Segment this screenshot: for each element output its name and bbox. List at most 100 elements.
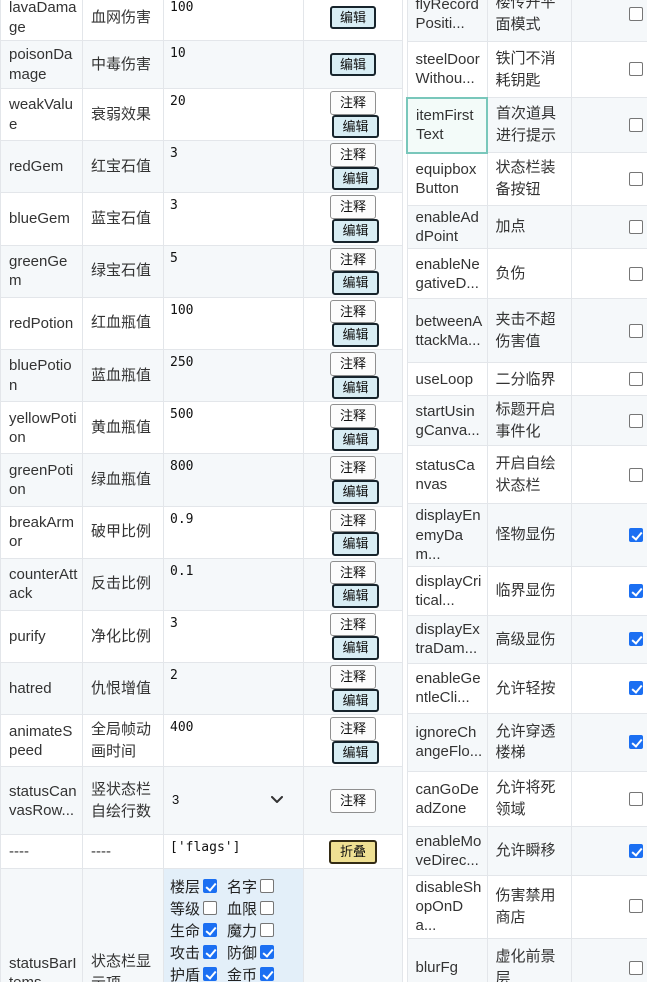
- flag-checkbox[interactable]: [629, 468, 643, 482]
- note-button[interactable]: 注释: [330, 143, 376, 167]
- edit-button[interactable]: 编辑: [332, 741, 378, 765]
- flag-checkbox[interactable]: [629, 735, 643, 749]
- status-bar-item-checkbox[interactable]: [260, 879, 274, 893]
- note-button[interactable]: 注释: [330, 248, 376, 272]
- key-cell[interactable]: betweenAttackMa...: [407, 299, 487, 363]
- edit-button[interactable]: 编辑: [330, 6, 376, 30]
- status-bar-item-checkbox[interactable]: [260, 967, 274, 981]
- edit-button[interactable]: 编辑: [332, 219, 378, 243]
- edit-button[interactable]: 编辑: [330, 53, 376, 77]
- flag-checkbox[interactable]: [629, 62, 643, 76]
- note-button[interactable]: 注释: [330, 789, 376, 813]
- status-bar-item-checkbox[interactable]: [203, 923, 217, 937]
- key-cell[interactable]: ignoreChangeFlo...: [407, 713, 487, 771]
- edit-button[interactable]: 编辑: [332, 115, 378, 139]
- value-cell: 100: [164, 297, 304, 349]
- note-button[interactable]: 注释: [330, 665, 376, 689]
- key-cell[interactable]: enableNegativeD...: [407, 249, 487, 299]
- flag-checkbox[interactable]: [629, 267, 643, 281]
- key-cell[interactable]: statusBarItems: [1, 869, 83, 982]
- flag-checkbox[interactable]: [629, 584, 643, 598]
- status-bar-item-checkbox[interactable]: [203, 901, 217, 915]
- key-cell[interactable]: bluePotion: [1, 349, 83, 401]
- note-button[interactable]: 注释: [330, 561, 376, 585]
- key-cell[interactable]: purify: [1, 610, 83, 662]
- flag-checkbox[interactable]: [629, 172, 643, 186]
- note-button[interactable]: 注释: [330, 352, 376, 376]
- key-cell[interactable]: weakValue: [1, 89, 83, 141]
- key-cell[interactable]: blueGem: [1, 193, 83, 245]
- buttons-cell: 折叠: [304, 835, 403, 869]
- key-cell[interactable]: redGem: [1, 141, 83, 193]
- status-bar-item-checkbox[interactable]: [260, 945, 274, 959]
- note-button[interactable]: 注释: [330, 509, 376, 533]
- status-canvas-row-select[interactable]: 3: [170, 792, 297, 807]
- note-button[interactable]: 注释: [330, 91, 376, 115]
- key-cell[interactable]: displayCritical...: [407, 566, 487, 615]
- key-cell[interactable]: enableAddPoint: [407, 206, 487, 249]
- note-button[interactable]: 注释: [330, 300, 376, 324]
- key-cell[interactable]: greenPotion: [1, 454, 83, 506]
- desc-cell: 开启自绘状态栏: [487, 446, 571, 504]
- key-cell[interactable]: lavaDamage: [1, 0, 83, 41]
- key-cell[interactable]: equipboxButton: [407, 153, 487, 206]
- key-cell[interactable]: canGoDeadZone: [407, 771, 487, 826]
- flag-checkbox[interactable]: [629, 118, 643, 132]
- flag-checkbox[interactable]: [629, 844, 643, 858]
- key-cell[interactable]: flyRecordPositi...: [407, 0, 487, 42]
- key-cell[interactable]: statusCanvasRow...: [1, 767, 83, 835]
- key-cell[interactable]: enableMoveDirec...: [407, 826, 487, 875]
- flag-checkbox[interactable]: [629, 792, 643, 806]
- key-cell[interactable]: startUsingCanva...: [407, 396, 487, 446]
- key-cell[interactable]: ----: [1, 835, 83, 869]
- flag-checkbox[interactable]: [629, 372, 643, 386]
- key-cell[interactable]: displayEnemyDam...: [407, 504, 487, 567]
- flag-checkbox[interactable]: [629, 7, 643, 21]
- status-bar-item-checkbox[interactable]: [203, 967, 217, 981]
- key-cell[interactable]: blurFg: [407, 938, 487, 982]
- note-button[interactable]: 注释: [330, 195, 376, 219]
- flag-checkbox[interactable]: [629, 681, 643, 695]
- note-button[interactable]: 注释: [330, 717, 376, 741]
- key-cell[interactable]: hatred: [1, 663, 83, 715]
- flag-checkbox[interactable]: [629, 632, 643, 646]
- edit-button[interactable]: 编辑: [332, 636, 378, 660]
- status-bar-item-checkbox[interactable]: [203, 945, 217, 959]
- edit-button[interactable]: 编辑: [332, 428, 378, 452]
- status-bar-item-checkbox[interactable]: [203, 879, 217, 893]
- flag-checkbox[interactable]: [629, 324, 643, 338]
- edit-button[interactable]: 编辑: [332, 532, 378, 556]
- key-cell[interactable]: redPotion: [1, 297, 83, 349]
- note-button[interactable]: 注释: [330, 456, 376, 480]
- key-cell[interactable]: displayExtraDam...: [407, 615, 487, 663]
- key-cell[interactable]: itemFirstText: [407, 98, 487, 153]
- key-cell[interactable]: statusCanvas: [407, 446, 487, 504]
- flag-checkbox[interactable]: [629, 899, 643, 913]
- key-cell[interactable]: animateSpeed: [1, 715, 83, 767]
- note-button[interactable]: 注释: [330, 404, 376, 428]
- flag-checkbox[interactable]: [629, 220, 643, 234]
- key-cell[interactable]: enableGentleCli...: [407, 663, 487, 713]
- fold-button[interactable]: 折叠: [329, 840, 377, 864]
- status-bar-item-checkbox[interactable]: [260, 901, 274, 915]
- edit-button[interactable]: 编辑: [332, 584, 378, 608]
- edit-button[interactable]: 编辑: [332, 480, 378, 504]
- edit-button[interactable]: 编辑: [332, 376, 378, 400]
- edit-button[interactable]: 编辑: [332, 271, 378, 295]
- key-cell[interactable]: greenGem: [1, 245, 83, 297]
- flag-checkbox[interactable]: [629, 528, 643, 542]
- key-cell[interactable]: counterAttack: [1, 558, 83, 610]
- key-cell[interactable]: steelDoorWithou...: [407, 42, 487, 98]
- edit-button[interactable]: 编辑: [332, 167, 378, 191]
- key-cell[interactable]: disableShopOnDa...: [407, 875, 487, 938]
- status-bar-item-checkbox[interactable]: [260, 923, 274, 937]
- key-cell[interactable]: yellowPotion: [1, 402, 83, 454]
- edit-button[interactable]: 编辑: [332, 323, 378, 347]
- edit-button[interactable]: 编辑: [332, 689, 378, 713]
- flag-checkbox[interactable]: [629, 414, 643, 428]
- key-cell[interactable]: breakArmor: [1, 506, 83, 558]
- flag-checkbox[interactable]: [629, 961, 643, 975]
- key-cell[interactable]: poisonDamage: [1, 41, 83, 89]
- note-button[interactable]: 注释: [330, 613, 376, 637]
- key-cell[interactable]: useLoop: [407, 363, 487, 396]
